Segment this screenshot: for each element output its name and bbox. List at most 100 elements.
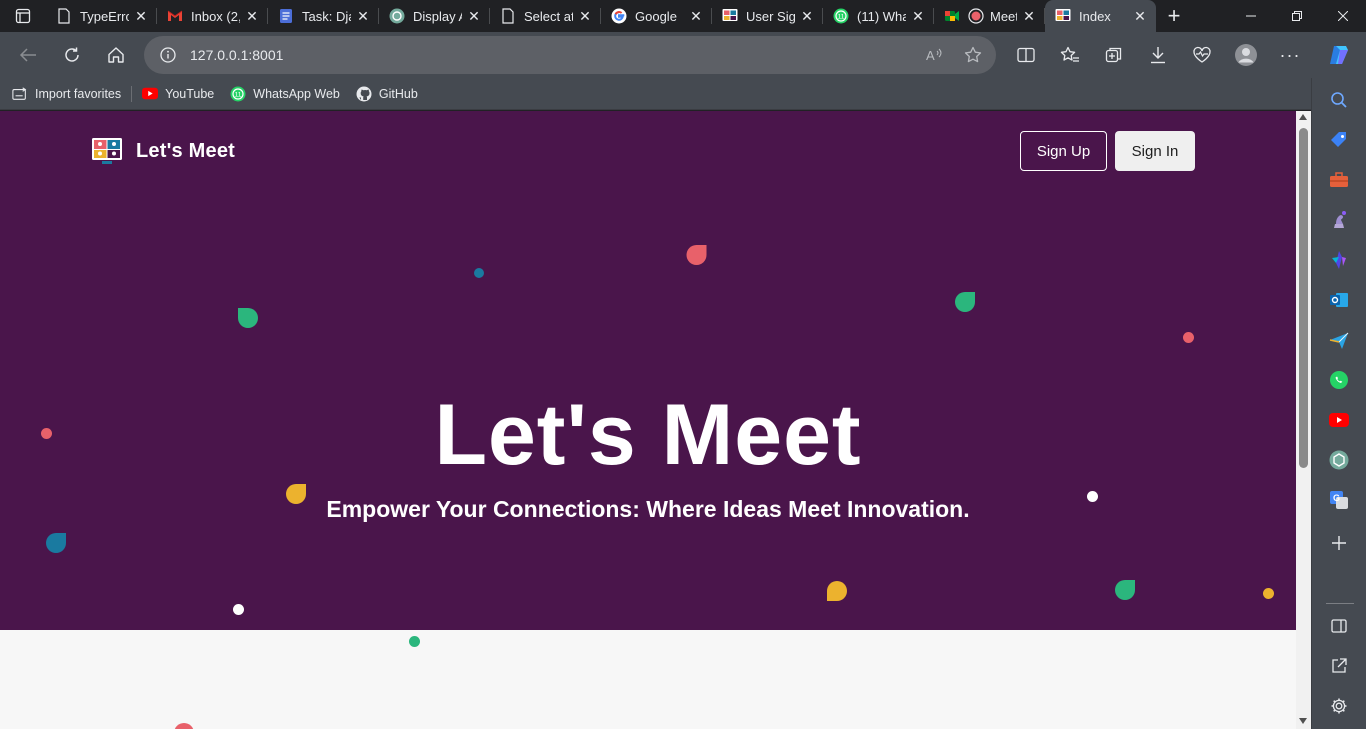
sidebar-open-external-button[interactable] <box>1326 653 1352 679</box>
close-icon[interactable]: ✕ <box>577 8 593 24</box>
brand[interactable]: Let's Meet <box>92 136 235 166</box>
confetti-drop-green <box>1115 580 1135 600</box>
sign-up-button[interactable]: Sign Up <box>1020 131 1107 171</box>
close-icon[interactable]: ✕ <box>466 8 482 24</box>
favorite-youtube[interactable]: YouTube <box>142 86 214 102</box>
profile-button[interactable] <box>1224 37 1268 73</box>
home-button[interactable] <box>94 37 138 73</box>
address-bar[interactable]: 127.0.0.1:8001 A <box>144 36 996 74</box>
tab-select-attribute[interactable]: Select attribute ✕ <box>490 0 601 32</box>
split-screen-button[interactable] <box>1004 37 1048 73</box>
sign-in-button[interactable]: Sign In <box>1115 131 1195 171</box>
confetti-drop-red <box>174 723 194 729</box>
restore-button[interactable] <box>1274 0 1320 32</box>
confetti-dot-red <box>1183 332 1194 343</box>
svg-text:11: 11 <box>235 91 242 98</box>
sidebar-translate-button[interactable]: G <box>1326 487 1352 513</box>
close-icon[interactable]: ✕ <box>133 8 149 24</box>
favorite-label: YouTube <box>165 86 215 101</box>
scroll-down-icon[interactable] <box>1299 718 1307 724</box>
close-window-button[interactable] <box>1320 0 1366 32</box>
new-tab-button[interactable]: + <box>1156 0 1192 32</box>
sidebar-search-button[interactable] <box>1326 87 1352 113</box>
close-icon[interactable]: ✕ <box>355 8 371 24</box>
refresh-button[interactable] <box>50 37 94 73</box>
sidebar-youtube-button[interactable] <box>1326 407 1352 433</box>
favorite-import[interactable]: Import favorites <box>12 86 121 102</box>
close-icon[interactable]: ✕ <box>910 8 926 24</box>
tab-display-all[interactable]: Display All ✕ <box>379 0 490 32</box>
svg-text:11: 11 <box>838 14 845 21</box>
scrollbar-thumb[interactable] <box>1299 128 1308 468</box>
browser-essentials-button[interactable] <box>1180 37 1224 73</box>
close-icon[interactable]: ✕ <box>799 8 815 24</box>
sidebar-whatsapp-button[interactable] <box>1326 367 1352 393</box>
recording-icon <box>968 8 984 24</box>
letsmeet-icon <box>722 8 738 24</box>
collections-button[interactable] <box>1092 37 1136 73</box>
browser-toolbar: 127.0.0.1:8001 A ··· <box>0 32 1366 78</box>
tab-task-django[interactable]: Task: Django ✕ <box>268 0 379 32</box>
restore-icon <box>1292 11 1302 21</box>
copilot-button[interactable] <box>1312 37 1366 73</box>
hero-section: Let's Meet Sign Up Sign In Let's Meet Em… <box>0 111 1296 630</box>
sidebar-chatgpt-button[interactable] <box>1326 447 1352 473</box>
favorite-github[interactable]: GitHub <box>356 86 418 102</box>
brand-name: Let's Meet <box>136 139 236 162</box>
close-icon[interactable]: ✕ <box>244 8 260 24</box>
tab-index[interactable]: Index ✕ <box>1045 0 1156 32</box>
settings-more-button[interactable]: ··· <box>1268 37 1312 73</box>
favorite-label: GitHub <box>378 86 418 101</box>
sidebar-games-button[interactable] <box>1326 207 1352 233</box>
close-icon[interactable]: ✕ <box>1021 8 1037 24</box>
outlook-icon <box>1330 293 1348 307</box>
confetti-dot-yellow <box>1263 588 1274 599</box>
lets-meet-logo-icon <box>92 138 122 164</box>
copilot-icon <box>1330 46 1348 64</box>
tab-google[interactable]: Google ✕ <box>601 0 712 32</box>
sidebar-shopping-button[interactable] <box>1326 127 1352 153</box>
confetti-drop-green <box>955 292 975 312</box>
page-scrollbar[interactable] <box>1296 111 1311 729</box>
whatsapp-icon <box>1330 371 1348 389</box>
url-text[interactable]: 127.0.0.1:8001 <box>190 47 283 63</box>
back-button[interactable] <box>6 37 50 73</box>
refresh-icon <box>65 47 79 62</box>
sidebar-copilot-button[interactable] <box>1326 247 1352 273</box>
info-icon[interactable] <box>160 47 176 63</box>
tab-user-sign[interactable]: User Sign ✕ <box>712 0 823 32</box>
sidebar-outlook-button[interactable] <box>1326 287 1352 313</box>
sidebar-separator <box>1326 603 1354 604</box>
gmail-icon <box>167 8 183 24</box>
tab-inbox[interactable]: Inbox (2, ✕ <box>157 0 268 32</box>
sidebar-hide-button[interactable] <box>1326 613 1352 639</box>
sidebar-add-button[interactable] <box>1326 530 1352 556</box>
favorite-whatsapp-web[interactable]: 11 WhatsApp Web <box>230 86 340 102</box>
tab-typeerror[interactable]: TypeError: Cannot read properties ✕ <box>46 0 157 32</box>
chatgpt-icon <box>389 8 405 24</box>
tab-actions-button[interactable] <box>0 0 46 32</box>
sidebar-settings-button[interactable] <box>1326 693 1352 719</box>
favorite-star-icon[interactable] <box>964 46 982 64</box>
tab-whatsapp[interactable]: 11 (11) WhatsApp ✕ <box>823 0 934 32</box>
tab-title: Meet <box>990 8 1017 24</box>
paper-plane-icon <box>1329 332 1349 349</box>
translate-icon: G <box>1330 491 1348 509</box>
collections-icon <box>1105 47 1122 63</box>
read-aloud-icon[interactable]: A <box>926 47 944 63</box>
tab-meet[interactable]: Meet ✕ <box>934 0 1045 32</box>
sidebar-tools-button[interactable] <box>1326 167 1352 193</box>
tab-title: Select attribute <box>524 8 573 24</box>
page-icon <box>56 8 72 24</box>
downloads-button[interactable] <box>1136 37 1180 73</box>
favorites-button[interactable] <box>1048 37 1092 73</box>
close-icon[interactable]: ✕ <box>1132 8 1148 24</box>
scroll-up-icon[interactable] <box>1299 114 1307 120</box>
minimize-button[interactable] <box>1228 0 1274 32</box>
back-arrow-icon <box>19 48 36 62</box>
meet-icon <box>944 8 960 24</box>
sidebar-send-button[interactable] <box>1326 327 1352 353</box>
close-icon[interactable]: ✕ <box>688 8 704 24</box>
sidebar-panel-icon <box>1331 619 1347 633</box>
heart-pulse-icon <box>1193 46 1211 63</box>
